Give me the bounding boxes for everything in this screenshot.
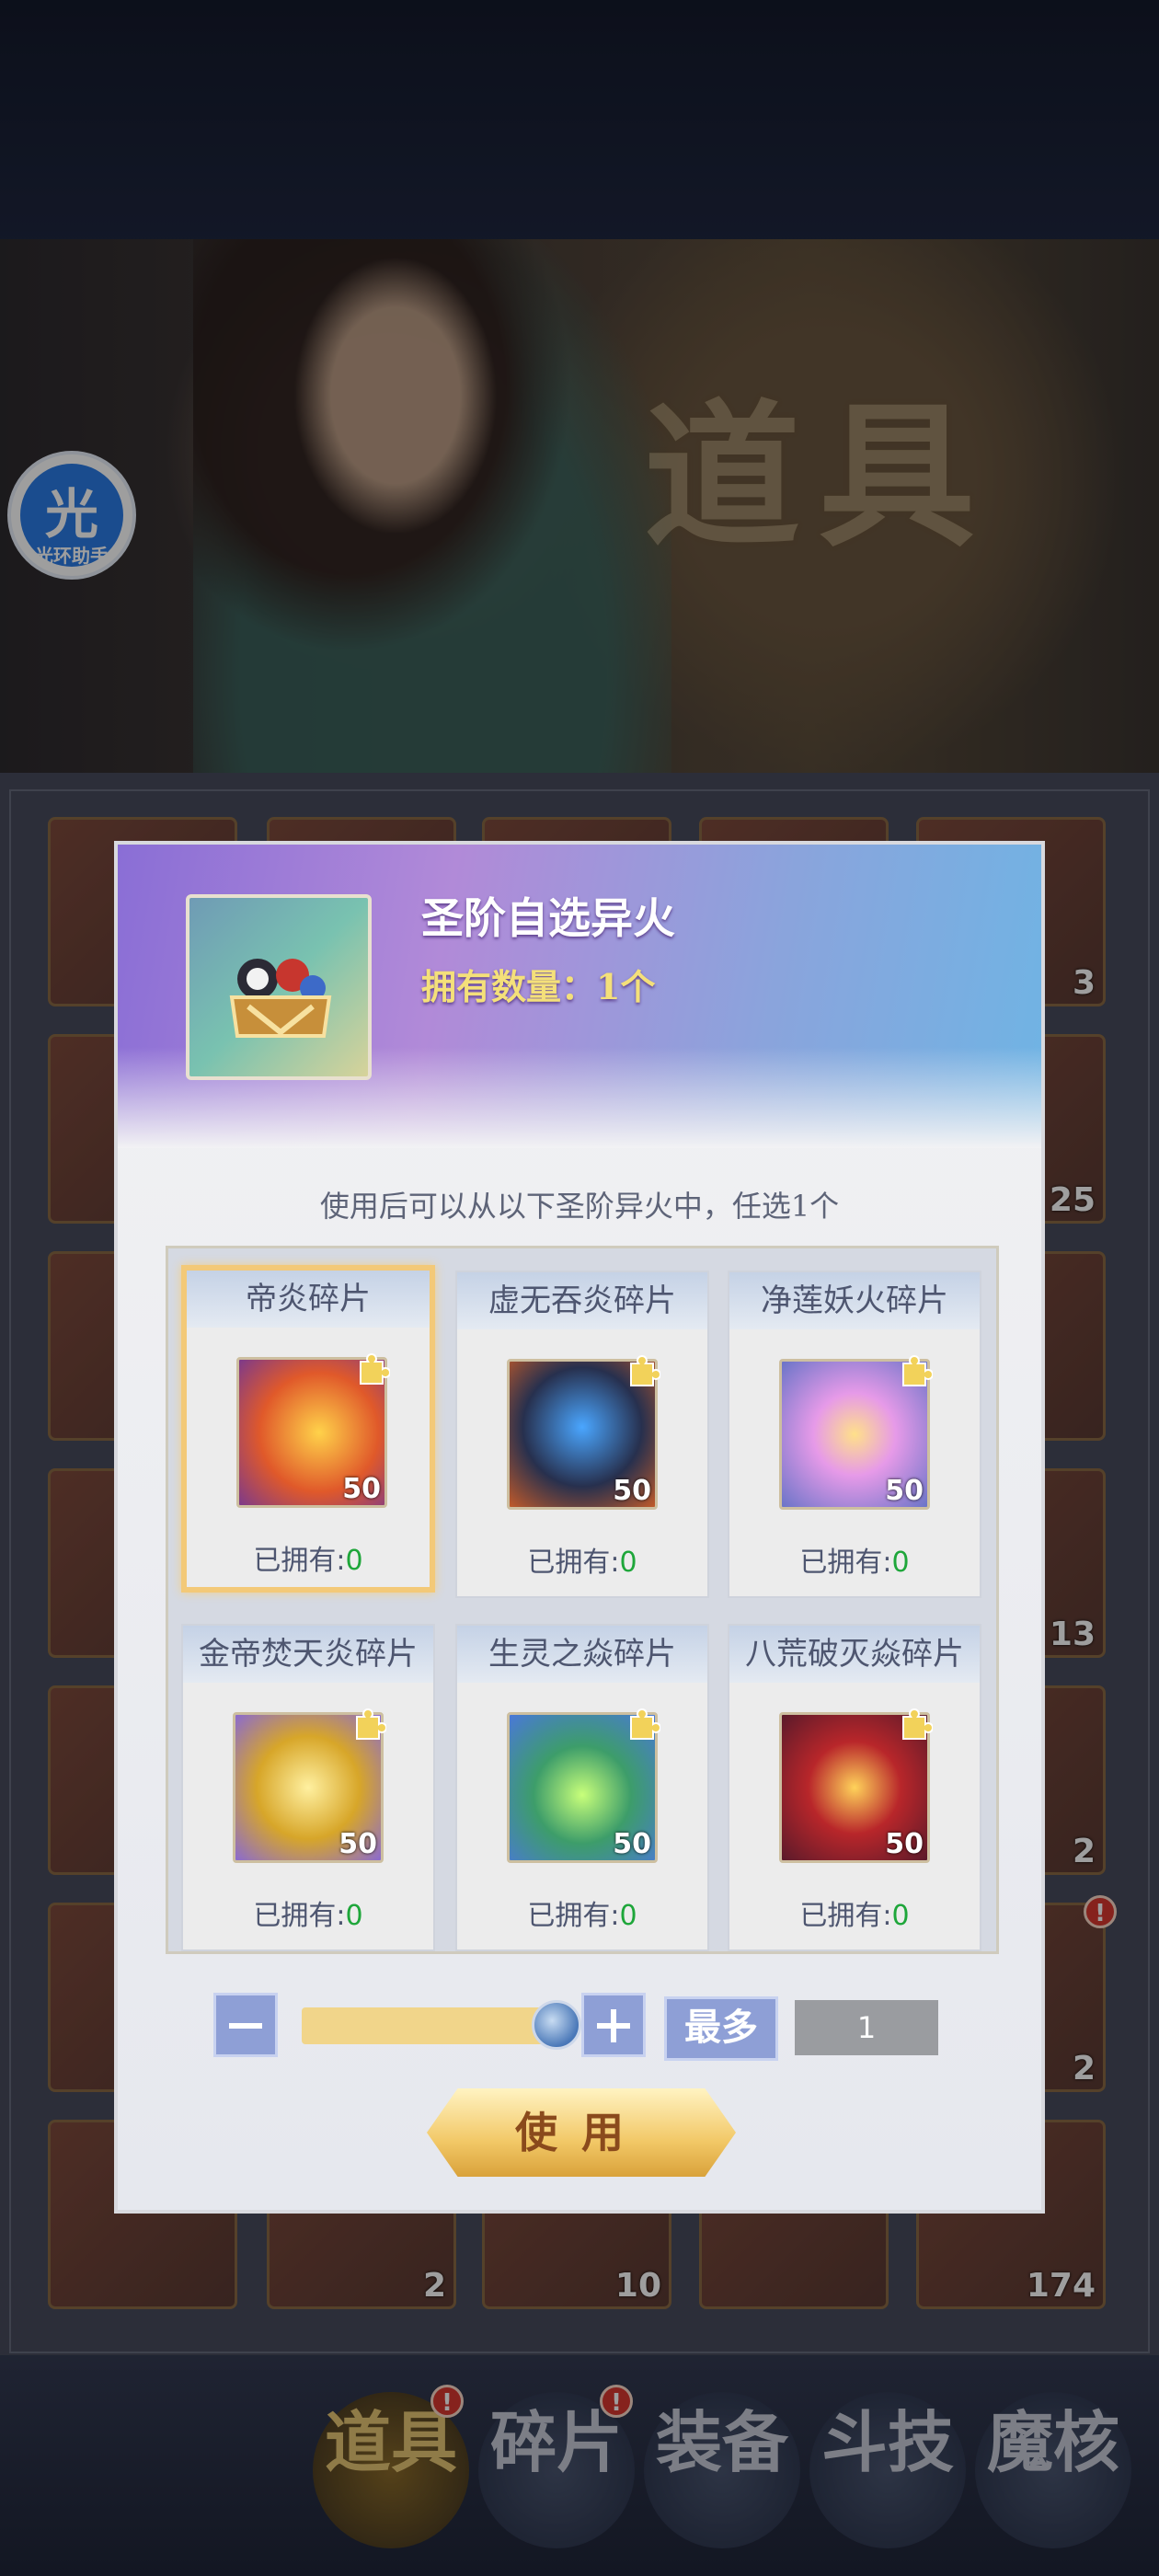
owned-label: 已拥有: (253, 1900, 346, 1932)
choice-card-eight-wastes-flame[interactable]: 八荒破灭焱碎片 50 已拥有:0 (728, 1624, 981, 1951)
fragment-quantity: 50 (339, 1828, 377, 1860)
choice-title: 金帝焚天炎碎片 (183, 1626, 433, 1683)
owned-value: 0 (891, 1547, 910, 1579)
puzzle-piece-icon (356, 1708, 386, 1740)
use-button-label: 使用 (515, 2108, 648, 2157)
choice-card-golden-emperor-flame[interactable]: 金帝焚天炎碎片 50 已拥有:0 (181, 1624, 435, 1951)
owned-count: 拥有数量：1个 (421, 966, 656, 1007)
owned-status: 已拥有:0 (729, 1892, 980, 1933)
choice-card-emperor-flame[interactable]: 帝炎碎片 50 已拥有:0 (181, 1265, 435, 1593)
dialog-description: 使用后可以从以下圣阶异火中，任选1个 (319, 1189, 840, 1224)
flame-image: 50 (779, 1355, 933, 1510)
max-button[interactable]: 最多 (664, 1996, 778, 2061)
owned-label: 已拥有: (253, 1545, 346, 1577)
owned-value: 0 (345, 1900, 363, 1932)
owned-status: 已拥有:0 (183, 1892, 433, 1933)
puzzle-piece-icon (902, 1708, 933, 1740)
choice-title: 八荒破灭焱碎片 (729, 1626, 980, 1683)
flame-image: 50 (233, 1708, 386, 1863)
owned-value: 0 (619, 1900, 637, 1932)
quantity-field[interactable]: 1 (795, 2000, 938, 2055)
fragment-quantity: 50 (885, 1475, 924, 1507)
flame-image: 50 (236, 1353, 390, 1508)
owned-status: 已拥有:0 (457, 1892, 707, 1933)
fragment-quantity: 50 (885, 1828, 924, 1860)
owned-value: 0 (891, 1900, 910, 1932)
puzzle-piece-icon (360, 1353, 390, 1385)
owned-status: 已拥有:0 (729, 1539, 980, 1580)
increase-button[interactable] (581, 1993, 646, 2057)
choice-card-life-spirit-flame[interactable]: 生灵之焱碎片 50 已拥有:0 (455, 1624, 709, 1951)
use-button[interactable]: 使用 (427, 2088, 736, 2177)
minus-icon (229, 2023, 262, 2029)
owned-status: 已拥有:0 (457, 1539, 707, 1580)
flame-image: 50 (507, 1355, 660, 1510)
flame-image: 50 (779, 1708, 933, 1863)
choice-title: 帝炎碎片 (187, 1271, 430, 1328)
treasure-chest-icon (229, 959, 332, 1038)
choice-card-void-devouring-flame[interactable]: 虚无吞炎碎片 50 已拥有:0 (455, 1271, 709, 1598)
fragment-quantity: 50 (613, 1828, 651, 1860)
puzzle-piece-icon (630, 1355, 660, 1386)
item-name: 圣阶自选异火 (421, 893, 675, 943)
choose-fire-dialog: 圣阶自选异火 拥有数量：1个 使用后可以从以下圣阶异火中，任选1个 帝炎碎片 5… (114, 841, 1045, 2214)
owned-label: 已拥有: (527, 1900, 620, 1932)
owned-status: 已拥有:0 (187, 1537, 430, 1578)
choice-title: 净莲妖火碎片 (729, 1272, 980, 1329)
owned-label: 已拥有: (799, 1547, 892, 1579)
choice-panel: 帝炎碎片 50 已拥有:0 虚无吞炎碎片 50 已拥有:0 净莲妖火碎片 50 … (166, 1246, 999, 1954)
owned-value: 0 (619, 1547, 637, 1579)
choice-title: 虚无吞炎碎片 (457, 1272, 707, 1329)
fragment-quantity: 50 (613, 1475, 651, 1507)
puzzle-piece-icon (630, 1708, 660, 1740)
decrease-button[interactable] (213, 1993, 278, 2057)
owned-value: 0 (345, 1545, 363, 1577)
choice-card-pure-lotus-flame[interactable]: 净莲妖火碎片 50 已拥有:0 (728, 1271, 981, 1598)
slider-handle[interactable] (532, 2000, 581, 2050)
owned-label: 已拥有: (799, 1900, 892, 1932)
choice-title: 生灵之焱碎片 (457, 1626, 707, 1683)
item-icon (186, 894, 372, 1080)
puzzle-piece-icon (902, 1355, 933, 1386)
plus-icon-v (611, 2009, 616, 2042)
fragment-quantity: 50 (342, 1473, 381, 1505)
flame-image: 50 (507, 1708, 660, 1863)
owned-label: 已拥有: (527, 1547, 620, 1579)
